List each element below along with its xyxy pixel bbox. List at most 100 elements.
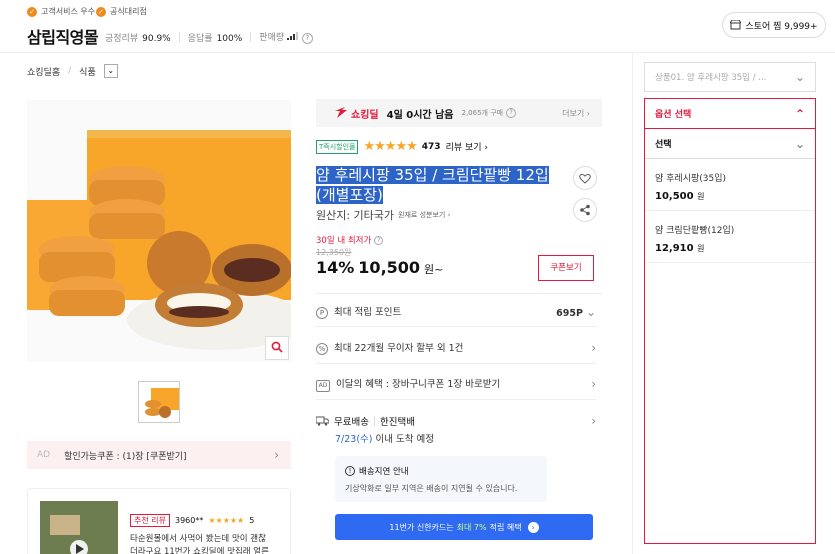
rating-row: T즉시할인몰 ★★★★★ 473 리뷰 보기 › xyxy=(316,139,488,154)
rating-stars-icon: ★★★★★ xyxy=(363,139,417,154)
badge-official-label: 공식대리점 xyxy=(110,7,147,16)
help-icon[interactable]: ? xyxy=(374,235,384,245)
review-score: 5 xyxy=(249,516,255,525)
arrival-estimate: 7/23(수) 이내 도착 예정 xyxy=(335,434,435,445)
product-title: 얌 후레시팡 35입 / 크림단팥빵 12입 (개별포장) xyxy=(316,165,561,205)
review-text-line: 더라구요 11번가 쇼킹딜에 맛집래 얼른 xyxy=(130,547,269,554)
breadcrumb-category[interactable]: 식품 xyxy=(79,65,96,78)
option-item[interactable]: 얌 크림단팥빵(12입) 12,910 원 xyxy=(645,211,815,263)
coupon-bar[interactable]: AD 할인가능쿠폰 : (1)장 [쿠폰받기] › xyxy=(27,441,291,469)
help-icon[interactable]: ? xyxy=(506,108,517,118)
reviewer-id: 3960** xyxy=(174,516,204,525)
review-stars-icon: ★★★★★ xyxy=(208,516,245,525)
magnifier-icon xyxy=(271,341,283,353)
option-item[interactable]: 얌 후레시팡(35입) 10,500 원 xyxy=(645,159,815,211)
store-follow-button[interactable]: 스토어 찜 9,999+ xyxy=(722,12,826,38)
store-name[interactable]: 삼립직영몰 xyxy=(27,24,99,48)
product-image[interactable] xyxy=(27,100,291,362)
more-link[interactable]: 더보기 › xyxy=(562,108,590,119)
discount-rate: 14% xyxy=(316,258,355,277)
ingredients-link[interactable]: 원재료 성분보기 › xyxy=(398,210,450,220)
original-price: 12,350원 xyxy=(316,248,352,257)
rating-count: 473 xyxy=(421,141,441,152)
review-thumbnail xyxy=(40,501,118,554)
category-dropdown[interactable]: ⌄ xyxy=(103,64,118,78)
option-dropdown[interactable]: 선택 ⌄ xyxy=(645,129,815,159)
review-text-line: 타순원몰에서 사먹어 봤는데 맛이 괜찮 xyxy=(130,534,266,544)
deal-timer-bar: 쇼킹딜 4일 0시간 남음 2,065개 구매 ? 더보기 › xyxy=(316,99,602,127)
header-divider xyxy=(0,52,835,53)
benefit-value: 695P xyxy=(556,307,583,319)
chevron-right-icon: › xyxy=(274,448,279,462)
percent-icon: % xyxy=(316,343,328,355)
check-icon: ✓ xyxy=(96,6,106,17)
notice-text: 기상악화로 일부 지역은 배송이 지연될 수 있습니다. xyxy=(345,484,518,493)
benefit-row[interactable]: AD 이달의 혜택 : 장바구니쿠폰 1장 바로받기 › xyxy=(316,368,596,400)
share-button[interactable] xyxy=(573,198,597,222)
point-icon: P xyxy=(316,307,328,319)
chevron-down-icon: ⌄ xyxy=(585,304,596,319)
chevron-right-icon: › xyxy=(591,376,596,391)
instant-discount-tag: T즉시할인몰 xyxy=(316,139,359,154)
chevron-right-icon: › xyxy=(591,340,596,355)
truck-icon xyxy=(316,416,329,426)
origin-text: 원산지: 기타국가 xyxy=(316,209,395,222)
store-metrics: 긍정리뷰 90.9% 응답률 100% 판매량 ? xyxy=(105,30,313,44)
info-icon: ! xyxy=(345,466,355,476)
review-metric: 긍정리뷰 90.9% xyxy=(105,33,171,44)
chevron-down-icon: ⌄ xyxy=(794,136,805,151)
response-metric: 응답률 100% xyxy=(187,33,243,44)
benefit-label: 최대 적립 포인트 xyxy=(334,307,402,318)
badge-service-label: 고객서비스 우수 xyxy=(41,7,96,16)
deal-remaining: 4일 0시간 남음 xyxy=(386,109,454,121)
benefit-row[interactable]: P 최대 적립 포인트 695P ⌄ xyxy=(316,297,596,327)
ad-icon: AD xyxy=(316,379,330,392)
help-icon[interactable]: ? xyxy=(301,33,313,44)
breadcrumb-home[interactable]: 쇼킹딜홈 xyxy=(27,65,60,78)
shocking-deal-icon xyxy=(335,107,347,118)
coupon-text: 할인가능쿠폰 : (1)장 [쿠폰받기] xyxy=(64,451,187,462)
buyer-count: 2,065개 구매 xyxy=(461,109,504,117)
chevron-up-icon: ⌃ xyxy=(794,106,805,121)
delay-notice: ! 배송지연 안내 기상악화로 일부 지역은 배송이 지연될 수 있습니다. xyxy=(335,456,547,502)
option-panel-header[interactable]: 옵션 선택 ⌃ xyxy=(645,99,815,129)
lowest-price-label: 30일 내 최저가 ? xyxy=(316,234,384,246)
title-line-1: 얌 후레시팡 35입 / 크림단팥빵 12입 xyxy=(316,166,549,184)
sales-metric: 판매량 ? xyxy=(259,30,313,44)
origin-row: 원산지: 기타국가 원재료 성분보기 › xyxy=(316,207,450,223)
price-value: 10,500 xyxy=(358,258,421,277)
official-badge: ✓ 공식대리점 xyxy=(96,6,147,17)
benefit-label: 이달의 혜택 : 장바구니쿠폰 1장 바로받기 xyxy=(336,378,501,390)
carrier-name: 한진택배 xyxy=(379,417,415,428)
notice-title: 배송지연 안내 xyxy=(359,467,409,477)
shield-icon: ✓ xyxy=(27,6,37,17)
store-icon xyxy=(730,20,742,30)
chevron-right-icon: › xyxy=(591,414,596,428)
price-unit: 원~ xyxy=(424,263,444,276)
chevron-down-icon: ⌄ xyxy=(794,70,805,84)
share-icon xyxy=(580,204,590,216)
option-select-preview[interactable]: 상품01. 얌 후레시팡 35입 / ... ⌄ xyxy=(644,62,816,92)
benefit-row[interactable]: % 최대 22개월 무이자 할부 외 1건 › xyxy=(316,332,596,364)
review-card[interactable]: 추천 리뷰 3960** ★★★★★ 5 타순원몰에서 사먹어 봤는데 맛이 괜… xyxy=(27,488,291,554)
shipping-row[interactable]: 무료배송 한진택배 › xyxy=(316,414,596,428)
shipping-label: 무료배송 xyxy=(334,417,369,428)
zoom-button[interactable] xyxy=(265,336,289,360)
card-benefit-banner[interactable]: 11번가 신한카드는 최대 7% 적립 혜택 › xyxy=(335,514,593,540)
deal-label: 쇼킹딜 xyxy=(351,109,379,121)
wishlist-button[interactable] xyxy=(573,166,597,190)
review-tag: 추천 리뷰 xyxy=(130,514,170,527)
title-line-2: (개별포장) xyxy=(316,186,383,204)
image-thumbnail[interactable] xyxy=(138,381,180,423)
bar-signal-icon xyxy=(287,32,299,40)
sale-price: 14% 10,500 원~ xyxy=(316,258,443,277)
product-photo xyxy=(27,100,291,362)
ad-label: AD xyxy=(37,450,51,460)
review-link[interactable]: 리뷰 보기 › xyxy=(446,140,488,153)
option-panel: 옵션 선택 ⌃ 선택 ⌄ 얌 후레시팡(35입) 10,500 원 얌 크림단팥… xyxy=(644,98,816,544)
service-badge: ✓ 고객서비스 우수 xyxy=(27,6,95,17)
heart-icon xyxy=(579,173,591,184)
breadcrumb: 쇼킹딜홈 / 식품 ⌄ xyxy=(27,64,118,78)
coupon-view-button[interactable]: 쿠폰보기 xyxy=(538,255,594,281)
benefit-label: 최대 22개월 무이자 할부 외 1건 xyxy=(334,343,464,354)
